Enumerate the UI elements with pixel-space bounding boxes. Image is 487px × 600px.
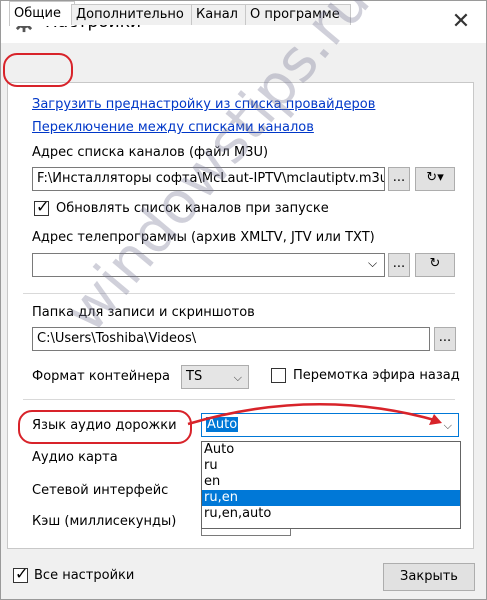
settings-window: Настройки ✕ Общие Дополнительно Канал О …: [0, 0, 487, 600]
annotation-oval-audio-lang: [18, 410, 192, 444]
record-folder-label: Папка для записи и скриншотов: [32, 305, 255, 320]
container-format-combo[interactable]: TS ⌵: [181, 365, 249, 389]
refresh-icon: ↻: [426, 170, 438, 185]
channel-list-label: Адрес списка каналов (файл M3U): [32, 145, 269, 160]
dropdown-option[interactable]: en: [202, 474, 460, 490]
rewind-checkbox[interactable]: [271, 368, 286, 383]
channel-list-field[interactable]: F:\Инсталляторы софта\McLaut-IPTV\mclaut…: [32, 167, 385, 191]
load-preset-link[interactable]: Загрузить преднастройку из списка провай…: [32, 97, 375, 112]
container-format-value: TS: [186, 369, 203, 384]
cache-label: Кэш (миллисекунды): [32, 514, 177, 529]
browse-epg-button[interactable]: ...: [388, 253, 410, 277]
tab-about[interactable]: О программе: [245, 4, 351, 25]
check-icon: ✓: [36, 197, 50, 216]
annotation-arrow: [187, 402, 442, 426]
switch-lists-link[interactable]: Переключение между списками каналов: [32, 120, 314, 135]
refresh-channel-list-button[interactable]: ↻▾: [415, 167, 455, 191]
epg-chevron-icon: ⌵: [368, 256, 378, 270]
epg-label: Адрес телепрограммы (архив XMLTV, JTV ил…: [32, 230, 375, 245]
record-folder-field[interactable]: C:\Users\Toshiba\Videos\: [32, 327, 430, 351]
tab-channel[interactable]: Канал: [191, 4, 247, 25]
chevron-down-icon: ⌵: [233, 371, 242, 384]
close-button[interactable]: Закрыть: [383, 563, 475, 591]
separator: [23, 293, 455, 294]
audio-card-label: Аудио карта: [32, 450, 118, 465]
dropdown-option[interactable]: ru: [202, 458, 460, 474]
browse-channel-list-button[interactable]: ...: [388, 167, 410, 191]
dropdown-option-selected[interactable]: ru,en: [202, 490, 460, 506]
tab-advanced[interactable]: Дополнительно: [71, 4, 193, 25]
dropdown-option[interactable]: Auto: [202, 442, 460, 458]
tab-general[interactable]: Общие: [9, 1, 75, 26]
network-interface-label: Сетевой интерфейс: [32, 483, 169, 498]
dropdown-option[interactable]: ru,en,auto: [202, 506, 460, 522]
rewind-label: Перемотка эфира назад: [293, 368, 460, 383]
refresh-epg-button[interactable]: ↻: [415, 253, 455, 277]
container-format-label: Формат контейнера: [32, 369, 170, 384]
close-window-button[interactable]: ✕: [446, 7, 476, 37]
all-settings-checkbox[interactable]: ✓: [13, 564, 29, 583]
epg-combo[interactable]: [32, 253, 385, 277]
audio-lang-dropdown-list: Auto ru en ru,en ru,en,auto: [201, 441, 461, 529]
all-settings-label: Все настройки: [34, 568, 135, 583]
annotation-oval-tab: [3, 53, 73, 87]
update-on-start-label: Обновлять список каналов при запуске: [56, 201, 329, 216]
browse-record-folder-button[interactable]: ...: [434, 327, 456, 351]
update-on-start-checkbox[interactable]: ✓: [34, 197, 50, 216]
refresh-icon: ↻: [429, 256, 441, 271]
dropdown-arrow-icon: ▾: [437, 170, 444, 185]
check-icon: ✓: [15, 564, 29, 583]
